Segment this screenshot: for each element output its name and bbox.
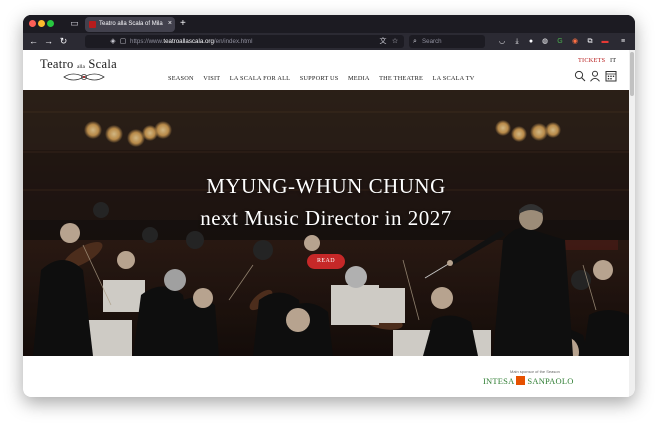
site-logo[interactable]: Teatro alla Scala [40,57,128,85]
sponsor-mark-icon [516,376,526,385]
hero-title-line2[interactable]: next Music Director in 2027 [23,206,629,230]
read-button[interactable]: READ [307,254,345,269]
menu-item-support-us[interactable]: SUPPORT US [300,74,339,84]
logo-word-scala: Scala [88,57,117,71]
extension-2-icon[interactable]: ◍ [540,36,550,47]
language-switch-it[interactable]: IT [610,56,616,65]
menu-item-visit[interactable]: VISIT [203,74,220,84]
url-path: /en/index.html [213,38,253,45]
search-input[interactable] [422,35,482,48]
download-icon[interactable]: ⤓ [512,36,522,47]
url-bar[interactable]: ◈ ▢ https://www.teatroallascala.org/en/i… [85,35,404,48]
close-window-button[interactable] [29,20,36,27]
menu-icon[interactable]: ≡ [618,36,628,47]
menu-item-la-scala-for-all[interactable]: LA SCALA FOR ALL [230,74,290,84]
calendar-icon[interactable] [605,70,617,82]
tickets-link[interactable]: TICKETS [578,56,605,65]
tab-close-icon[interactable]: × [168,19,172,29]
url-text[interactable]: https://www.teatroallascala.org/en/index… [130,35,252,48]
scrollbar-thumb[interactable] [630,52,634,96]
menu-item-season[interactable]: SEASON [168,74,194,84]
tab-bar: ▭ Teatro alla Scala of Milan - Ope × + [23,15,635,33]
sponsor-logo[interactable]: INTESA SANPAOLO [483,375,573,387]
extension-3-icon[interactable]: G [555,36,565,47]
web-content: Teatro alla Scala SEASON VISIT LA SCALA … [23,50,635,397]
tab-title: Teatro alla Scala of Milan - Ope [99,21,163,27]
extensions-icon[interactable]: ⧉ [585,36,595,47]
sponsor-name-left: INTESA [483,376,515,386]
menu-item-media[interactable]: MEDIA [348,74,370,84]
bookmark-star-icon[interactable]: ☆ [390,36,400,47]
extension-4-icon[interactable]: ◉ [570,36,580,47]
pocket-icon[interactable]: ◡ [497,36,507,47]
search-box[interactable]: ⌕ [409,35,485,48]
reload-icon[interactable]: ↻ [58,36,69,47]
main-menu: SEASON VISIT LA SCALA FOR ALL SUPPORT US… [168,74,484,84]
shield-icon[interactable]: ◈ [108,36,118,47]
sponsor-name-right: SANPAOLO [527,376,574,386]
url-prefix: https://www. [130,38,164,45]
minimize-window-button[interactable] [38,20,45,27]
sponsor-label: Main sponsor of the Season [510,369,560,374]
nav-bar: ← → ↻ ◈ ▢ https://www.teatroallascala.or… [23,33,635,50]
menu-item-la-scala-tv[interactable]: LA SCALA TV [433,74,475,84]
hero-banner[interactable]: MYUNG-WHUN CHUNG next Music Director in … [23,90,629,356]
tab-list-icon[interactable]: ▭ [69,18,80,28]
search-icon[interactable] [574,70,586,82]
logo-word-teatro: Teatro [40,57,74,71]
forward-icon[interactable]: → [43,36,54,47]
extension-1-icon[interactable]: ● [526,36,536,47]
extension-5-icon[interactable]: ▬ [600,36,610,47]
new-tab-button[interactable]: + [180,17,186,30]
translate-icon[interactable]: 文 [378,36,388,47]
sponsor-strip: Main sponsor of the Season INTESA SANPAOL… [23,356,629,397]
user-icon[interactable] [589,70,601,82]
menu-item-the-theatre[interactable]: THE THEATRE [379,74,423,84]
logo-word-alla: alla [76,64,85,70]
page-scrollbar[interactable] [629,50,635,397]
favicon-icon [89,21,96,28]
lock-icon[interactable]: ▢ [118,36,128,47]
browser-window: ▭ Teatro alla Scala of Milan - Ope × + ←… [23,15,635,397]
url-domain: teatroallascala.org [163,38,214,45]
back-icon[interactable]: ← [28,36,39,47]
search-icon: ⌕ [413,38,417,45]
zoom-window-button[interactable] [47,20,54,27]
site-header: Teatro alla Scala SEASON VISIT LA SCALA … [23,50,629,90]
logo-emblem-icon [63,73,105,81]
tab-active[interactable]: Teatro alla Scala of Milan - Ope × [85,17,175,32]
hero-title-line1[interactable]: MYUNG-WHUN CHUNG [23,174,629,198]
